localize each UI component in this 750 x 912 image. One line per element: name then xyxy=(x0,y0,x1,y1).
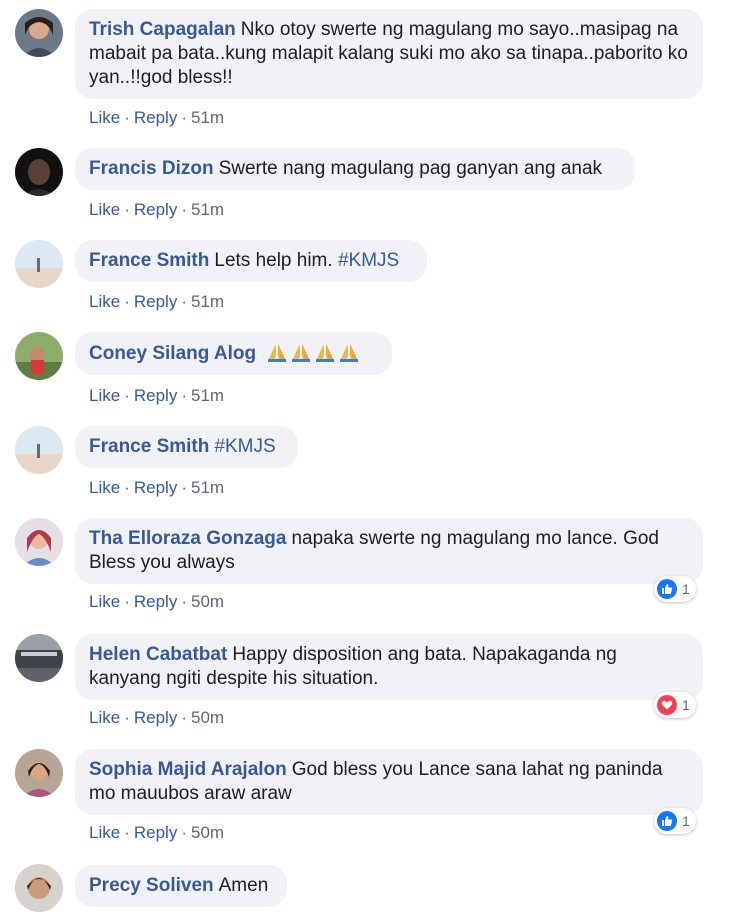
avatar[interactable] xyxy=(15,426,63,474)
reaction-badge[interactable]: 1 xyxy=(654,808,696,834)
separator: · xyxy=(181,592,187,611)
folded-hands-icon xyxy=(268,344,287,362)
separator: · xyxy=(124,823,130,842)
love-icon xyxy=(657,695,677,715)
like-button[interactable]: Like xyxy=(89,592,120,611)
separator: · xyxy=(181,823,187,842)
comment-actions: Like · Reply · 51m xyxy=(89,200,224,220)
comment-author[interactable]: Coney Silang Alog xyxy=(89,343,256,364)
like-icon xyxy=(657,579,677,599)
comment-author[interactable]: France Smith xyxy=(89,250,209,271)
comment-actions: Like · Reply · 50m xyxy=(89,823,224,843)
folded-hands-icon xyxy=(316,344,335,362)
separator: · xyxy=(124,386,130,405)
like-button[interactable]: Like xyxy=(89,108,120,127)
like-button[interactable]: Like xyxy=(89,386,120,405)
separator: · xyxy=(124,478,130,497)
separator: · xyxy=(181,108,187,127)
comment-actions: Like · Reply · 51m xyxy=(89,108,224,128)
comment-author[interactable]: Tha Elloraza Gonzaga xyxy=(89,528,286,549)
comment-bubble: Helen Cabatbat Happy disposition ang bata… xyxy=(75,634,703,700)
comment-text: Lets help him. xyxy=(214,250,338,271)
separator: · xyxy=(124,292,130,311)
comment-author[interactable]: France Smith xyxy=(89,436,209,457)
folded-hands-icon xyxy=(292,344,311,362)
reply-button[interactable]: Reply xyxy=(134,386,177,405)
comment-bubble: France Smith Lets help him. #KMJS xyxy=(75,240,427,282)
reply-button[interactable]: Reply xyxy=(134,292,177,311)
timestamp[interactable]: 51m xyxy=(191,478,224,497)
like-button[interactable]: Like xyxy=(89,708,120,727)
like-button[interactable]: Like xyxy=(89,478,120,497)
avatar[interactable] xyxy=(15,518,63,566)
comment-author[interactable]: Trish Capagalan xyxy=(89,19,236,40)
hashtag-link[interactable]: #KMJS xyxy=(338,250,399,271)
separator: · xyxy=(181,386,187,405)
comment-bubble: Francis Dizon Swerte nang magulang pag ga… xyxy=(75,148,635,190)
avatar[interactable] xyxy=(15,240,63,288)
like-button[interactable]: Like xyxy=(89,292,120,311)
separator: · xyxy=(124,200,130,219)
reply-button[interactable]: Reply xyxy=(134,708,177,727)
comment-actions: Like · Reply · 50m xyxy=(89,592,224,612)
like-icon xyxy=(657,811,677,831)
comment-bubble: Precy Soliven Amen xyxy=(75,865,287,907)
timestamp[interactable]: 50m xyxy=(191,823,224,842)
avatar[interactable] xyxy=(15,864,63,912)
avatar[interactable] xyxy=(15,332,63,380)
comment-author[interactable]: Helen Cabatbat xyxy=(89,644,227,665)
separator: · xyxy=(181,478,187,497)
reaction-count: 1 xyxy=(682,813,690,829)
comment-actions: Like · Reply · 51m xyxy=(89,386,224,406)
comment-actions: Like · Reply · 51m xyxy=(89,478,224,498)
comment-bubble: Tha Elloraza Gonzaga napaka swerte ng mag… xyxy=(75,518,703,584)
reply-button[interactable]: Reply xyxy=(134,108,177,127)
timestamp[interactable]: 51m xyxy=(191,108,224,127)
like-button[interactable]: Like xyxy=(89,823,120,842)
separator: · xyxy=(181,200,187,219)
comment-author[interactable]: Francis Dizon xyxy=(89,158,214,179)
comment-bubble: Sophia Majid Arajalon God bless you Lance… xyxy=(75,749,703,815)
comment-author[interactable]: Sophia Majid Arajalon xyxy=(89,759,287,780)
reply-button[interactable]: Reply xyxy=(134,200,177,219)
hashtag-link[interactable]: #KMJS xyxy=(214,436,275,457)
comment-bubble: France Smith #KMJS xyxy=(75,426,298,468)
avatar[interactable] xyxy=(15,9,63,57)
comment-actions: Like · Reply · 50m xyxy=(89,708,224,728)
reply-button[interactable]: Reply xyxy=(134,823,177,842)
comment-text: Swerte nang magulang pag ganyan ang anak xyxy=(218,158,603,179)
reaction-badge[interactable]: 1 xyxy=(654,692,696,718)
separator: · xyxy=(124,108,130,127)
separator: · xyxy=(181,708,187,727)
avatar[interactable] xyxy=(15,148,63,196)
reaction-count: 1 xyxy=(682,581,690,597)
timestamp[interactable]: 51m xyxy=(191,292,224,311)
emoji-group xyxy=(261,343,362,364)
reaction-badge[interactable]: 1 xyxy=(654,576,696,602)
folded-hands-icon xyxy=(340,344,359,362)
reply-button[interactable]: Reply xyxy=(134,592,177,611)
timestamp[interactable]: 51m xyxy=(191,200,224,219)
reaction-count: 1 xyxy=(682,697,690,713)
separator: · xyxy=(124,592,130,611)
separator: · xyxy=(181,292,187,311)
timestamp[interactable]: 51m xyxy=(191,386,224,405)
separator: · xyxy=(124,708,130,727)
timestamp[interactable]: 50m xyxy=(191,592,224,611)
avatar[interactable] xyxy=(15,749,63,797)
comment-text: Amen xyxy=(218,875,269,896)
timestamp[interactable]: 50m xyxy=(191,708,224,727)
like-button[interactable]: Like xyxy=(89,200,120,219)
reply-button[interactable]: Reply xyxy=(134,478,177,497)
comment-actions: Like · Reply · 51m xyxy=(89,292,224,312)
comment-bubble: Coney Silang Alog xyxy=(75,332,392,375)
avatar[interactable] xyxy=(15,634,63,682)
comment-bubble: Trish Capagalan Nko otoy swerte ng magula… xyxy=(75,9,703,99)
comment-author[interactable]: Precy Soliven xyxy=(89,875,214,896)
